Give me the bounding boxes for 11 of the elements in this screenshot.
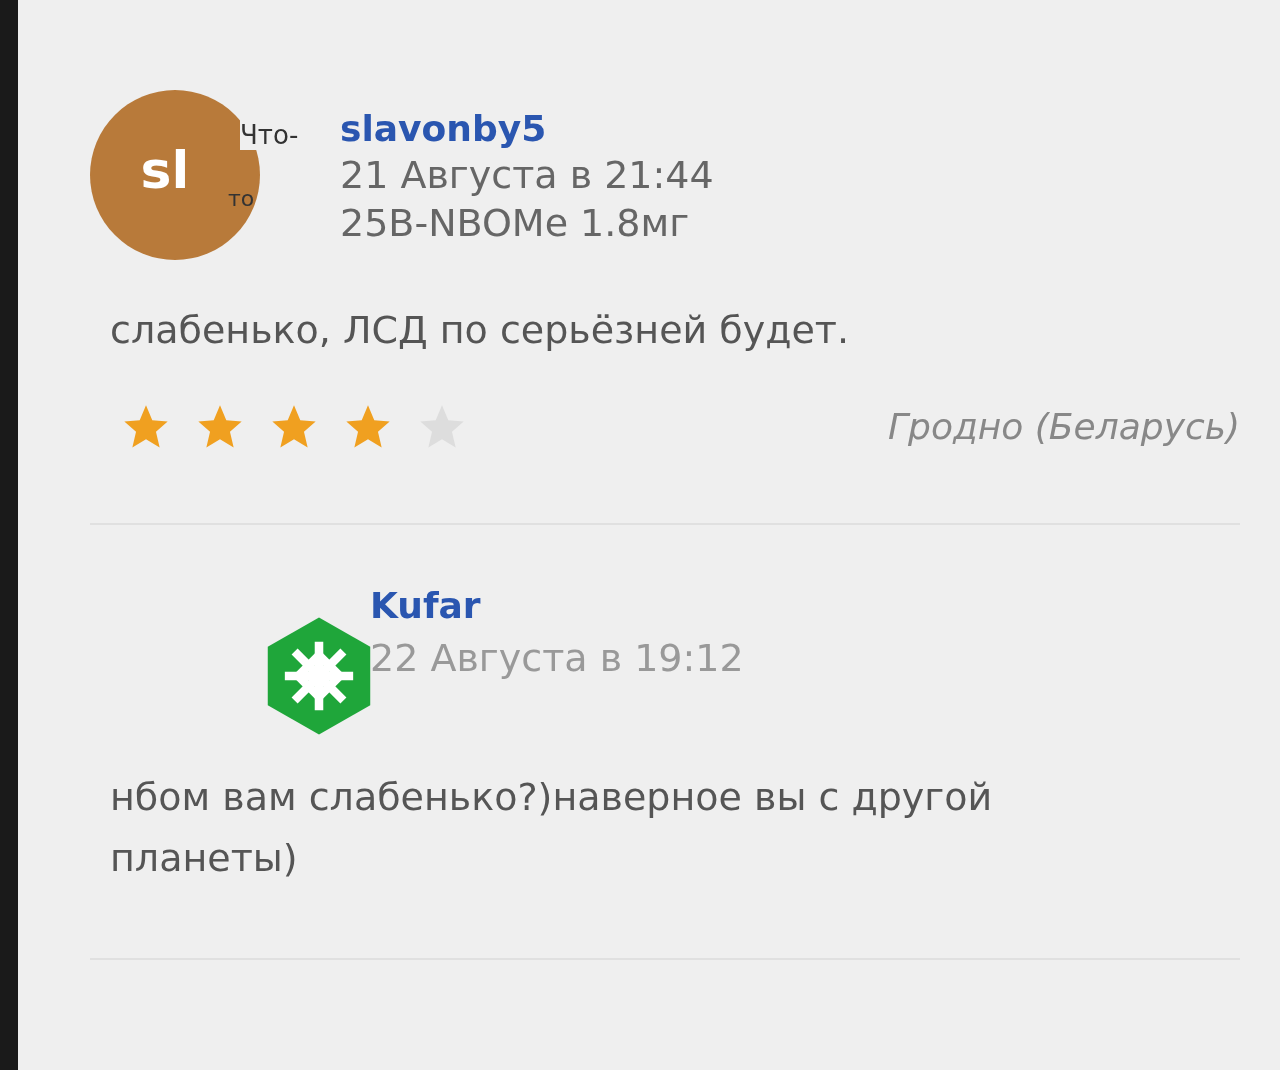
avatar-initials: sl (140, 140, 190, 200)
reply-text: нбом вам слабенько?)наверное вы с другой планеты) (110, 773, 994, 882)
overlay-text: то (228, 186, 255, 211)
location: Гродно (Беларусь) (888, 406, 1240, 448)
reply-date: 22 Августа в 19:12 (370, 635, 744, 680)
author-link[interactable]: slavonby5 (340, 108, 714, 149)
overlay-text: Что- (240, 120, 299, 150)
review-text: слабенько, ЛСД по серьёзней будет. (110, 307, 851, 354)
review-date: 21 Августа в 21:44 (340, 153, 714, 197)
author-link[interactable]: Kufar (370, 584, 744, 626)
product-name: 25B-NBOMe 1.8мг (340, 201, 691, 245)
